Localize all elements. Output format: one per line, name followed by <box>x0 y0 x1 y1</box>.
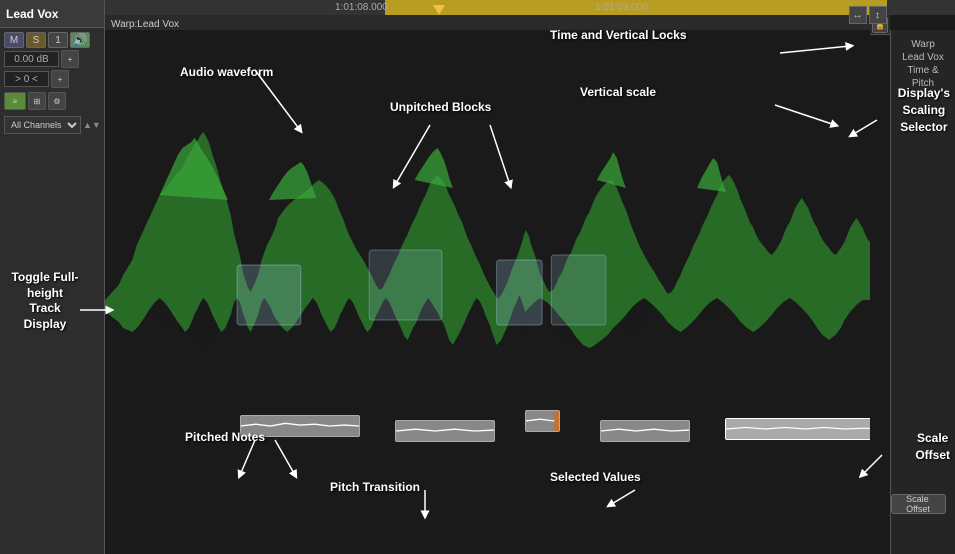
monitor-button[interactable]: 🔊 <box>70 32 90 48</box>
waveform-area[interactable]: G₅ F₅ E₅ D₅ C₅ B₄ A₄ G₄ F₄ E₄ D₄ C₄ <box>105 30 870 554</box>
mute-button[interactable]: M <box>4 32 24 48</box>
pan-display[interactable]: > 0 < <box>4 71 49 87</box>
toggle-icon-2[interactable]: ⊞ <box>28 92 46 110</box>
nav-buttons: ↔ ↕ <box>845 0 890 30</box>
scale-offset-button[interactable]: ScaleOffset <box>891 494 946 514</box>
horizontal-nav-button[interactable]: ↔ <box>849 6 867 24</box>
volume-display[interactable]: 0.00 dB <box>4 51 59 67</box>
toggle-fullheight-label: Toggle Full-height TrackDisplay <box>10 270 80 332</box>
settings-icon[interactable]: ⚙ <box>48 92 66 110</box>
arm-button[interactable]: 1 <box>48 32 68 48</box>
track-header: Lead Vox M S 1 🔊 0.00 dB + > 0 < + ≡ ⊞ ⚙… <box>0 0 105 554</box>
vertical-nav-button[interactable]: ↕ <box>869 6 887 24</box>
solo-button[interactable]: S <box>26 32 46 48</box>
right-sidebar: WarpLead VoxTime &Pitch ScaleOffset <box>890 30 955 554</box>
track-controls: M S 1 🔊 0.00 dB + > 0 < + ≡ ⊞ ⚙ All Chan… <box>0 28 104 138</box>
track-name: Lead Vox <box>0 0 104 28</box>
warp-label: WarpLead VoxTime &Pitch <box>898 34 948 94</box>
waveform-svg <box>105 30 870 554</box>
pitch-transition-note[interactable] <box>525 410 560 432</box>
pitched-note-1[interactable] <box>240 415 360 437</box>
selected-note[interactable] <box>725 418 870 440</box>
main-area: Warp:Lead Vox 🔒 ↔ ↕ Pitch ▲▼ G₅ F₅ E₅ D₅… <box>105 0 955 554</box>
pitched-note-4[interactable] <box>600 420 690 442</box>
pan-inc-button[interactable]: + <box>51 70 69 88</box>
channel-select[interactable]: All Channels <box>4 116 81 134</box>
toggle-icon-1[interactable]: ≡ <box>4 92 26 110</box>
header-title: Warp:Lead Vox <box>111 19 179 30</box>
pitched-note-2[interactable] <box>395 420 495 442</box>
volume-inc-button[interactable]: + <box>61 50 79 68</box>
